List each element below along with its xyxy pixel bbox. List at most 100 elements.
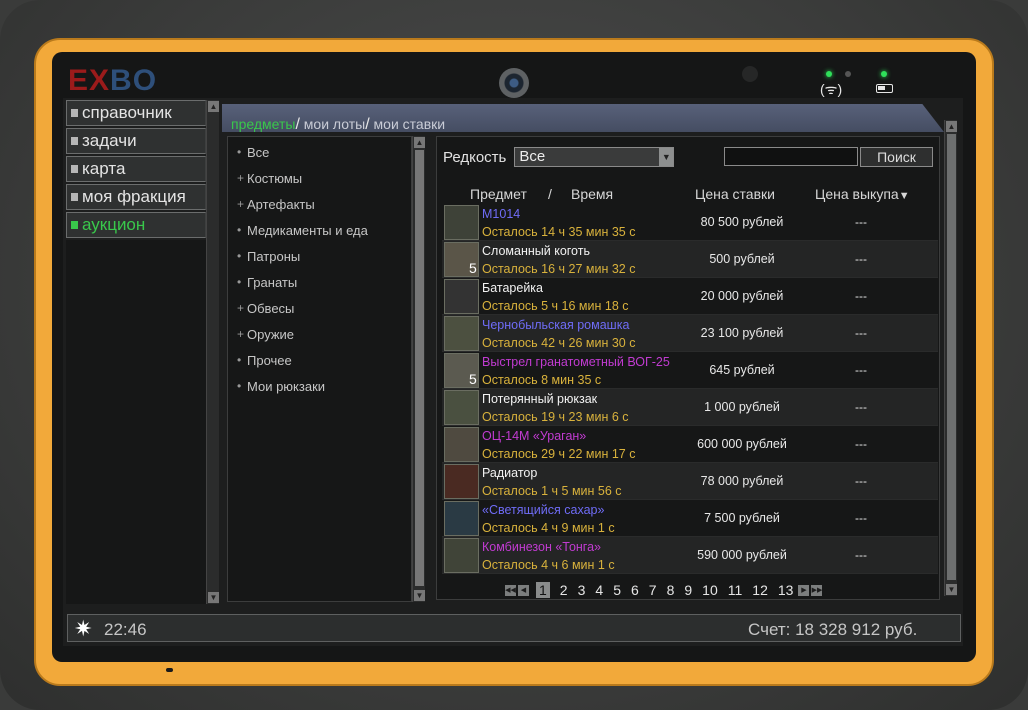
item-bid-price: 645 рублей [709, 363, 775, 377]
scroll-thumb[interactable] [947, 134, 956, 580]
bullet-icon: • [237, 275, 242, 289]
category-list: • Все + Костюмы + Артефакты • Медикаменты и еда… [227, 136, 412, 602]
page-number[interactable]: 5 [613, 582, 621, 598]
page-number[interactable]: 11 [728, 582, 743, 598]
sidebar-item-4[interactable]: аукцион [66, 212, 206, 238]
last-page-icon[interactable]: ▶▶ [811, 584, 823, 596]
search-button[interactable]: Поиск [860, 147, 933, 167]
category-scrollbar[interactable]: ▲ ▼ [412, 136, 425, 602]
rarity-select[interactable]: Все ▼ [514, 147, 675, 167]
sidebar-item-3[interactable]: моя фракция [66, 184, 206, 210]
sidebar: справочник задачи карта моя фракция аукцион [66, 100, 206, 240]
chevron-down-icon[interactable]: ▼ [659, 148, 674, 166]
table-row[interactable]: 5 Сломанный коготь Осталось 16 ч 27 мин 32… [442, 241, 938, 278]
buyout-label: Цена выкупа [815, 186, 899, 202]
scroll-down-icon[interactable]: ▼ [946, 584, 957, 595]
expand-icon: + [237, 197, 245, 211]
prev-page-icon[interactable]: ◀ [518, 584, 529, 596]
category-item[interactable]: + Обвесы [228, 295, 411, 321]
column-header-bid[interactable]: Цена ставки [695, 186, 775, 202]
sidebar-item-label: справочник [82, 103, 172, 122]
category-item[interactable]: + Костюмы [228, 165, 411, 191]
category-label: Все [247, 144, 270, 160]
first-page-icon[interactable]: ◀◀ [505, 584, 516, 596]
table-row[interactable]: Радиатор Осталось 1 ч 5 мин 56 с 78 000 ру… [442, 463, 938, 500]
next-page-icon[interactable]: ▶ [798, 584, 810, 596]
item-thumbnail: 5 [444, 242, 479, 277]
item-thumbnail [444, 538, 479, 573]
page-number[interactable]: 8 [667, 582, 675, 598]
wifi-led [845, 71, 851, 77]
bullet-icon [71, 221, 78, 229]
camera-icon [499, 68, 529, 98]
page-number[interactable]: 12 [752, 582, 768, 598]
category-label: Медикаменты и еда [247, 222, 368, 238]
table-row[interactable]: Комбинезон «Тонга» Осталось 4 ч 6 мин 1 с… [442, 537, 938, 574]
sidebar-item-2[interactable]: карта [66, 156, 206, 182]
category-item[interactable]: • Медикаменты и еда [228, 217, 411, 243]
rarity-filter: Редкость Все ▼ [443, 146, 675, 168]
category-item[interactable]: • Все [228, 139, 411, 165]
item-name: Батарейка [482, 281, 543, 295]
category-item[interactable]: + Оружие [228, 321, 411, 347]
item-buyout-price: --- [855, 289, 867, 303]
item-thumbnail [444, 205, 479, 240]
item-thumbnail: 5 [444, 353, 479, 388]
column-header-item[interactable]: Предмет [470, 186, 527, 202]
exbo-logo: EXBO [68, 64, 157, 98]
tab-separator: / [365, 116, 370, 133]
item-bid-price: 600 000 рублей [697, 437, 787, 451]
tab-my-bids[interactable]: мои ставки [374, 116, 446, 132]
scroll-up-icon[interactable]: ▲ [208, 101, 219, 112]
page-number[interactable]: 2 [560, 582, 568, 598]
category-label: Костюмы [247, 170, 303, 186]
category-item[interactable]: • Патроны [228, 243, 411, 269]
scroll-up-icon[interactable]: ▲ [414, 137, 425, 148]
page-number[interactable]: 9 [684, 582, 692, 598]
table-row[interactable]: М1014 Осталось 14 ч 35 мин 35 с 80 500 руб… [442, 204, 938, 241]
scroll-down-icon[interactable]: ▼ [208, 592, 219, 603]
tab-items[interactable]: предметы [231, 116, 295, 132]
scroll-thumb[interactable] [415, 150, 424, 586]
sidebar-item-1[interactable]: задачи [66, 128, 206, 154]
page-number[interactable]: 10 [702, 582, 718, 598]
item-name: «Светящийся сахар» [482, 503, 605, 517]
sidebar-item-0[interactable]: справочник [66, 100, 206, 126]
table-row[interactable]: ОЦ-14М «Ураган» Осталось 29 ч 22 мин 17 с… [442, 426, 938, 463]
table-row[interactable]: 5 Выстрел гранатометный ВОГ-25 Осталось 8 … [442, 352, 938, 389]
table-row[interactable]: Потерянный рюкзак Осталось 19 ч 23 мин 6 … [442, 389, 938, 426]
item-thumbnail [444, 279, 479, 314]
sidebar-scrollbar[interactable]: ▲ ▼ [206, 100, 219, 604]
lots-table: М1014 Осталось 14 ч 35 мин 35 с 80 500 руб… [442, 204, 938, 574]
scroll-up-icon[interactable]: ▲ [946, 121, 957, 132]
table-row[interactable]: Батарейка Осталось 5 ч 16 мин 18 с 20 000 … [442, 278, 938, 315]
tab-my-lots[interactable]: мои лоты [304, 116, 365, 132]
table-row[interactable]: «Светящийся сахар» Осталось 4 ч 9 мин 1 с… [442, 500, 938, 537]
page-number[interactable]: 13 [778, 582, 794, 598]
page-number[interactable]: 4 [595, 582, 603, 598]
page-number[interactable]: 1 [536, 582, 550, 598]
expand-icon: + [237, 171, 245, 185]
page-number[interactable]: 6 [631, 582, 639, 598]
category-item[interactable]: • Прочее [228, 347, 411, 373]
category-item[interactable]: + Артефакты [228, 191, 411, 217]
bullet-icon: • [237, 379, 242, 393]
column-header-buyout[interactable]: Цена выкупа▼ [815, 186, 910, 202]
expand-icon: + [237, 301, 245, 315]
scroll-down-icon[interactable]: ▼ [414, 590, 425, 601]
search-input[interactable] [724, 147, 858, 166]
category-item[interactable]: • Гранаты [228, 269, 411, 295]
page-number[interactable]: 3 [578, 582, 586, 598]
page-number[interactable]: 7 [649, 582, 657, 598]
table-scrollbar[interactable]: ▲ ▼ [944, 120, 957, 596]
item-thumbnail [444, 390, 479, 425]
item-name: Выстрел гранатометный ВОГ-25 [482, 355, 670, 369]
sidebar-empty-area [66, 240, 206, 604]
column-header-time[interactable]: Время [571, 186, 613, 202]
bullet-icon [71, 193, 78, 201]
column-header-slash: / [548, 186, 552, 202]
category-item[interactable]: • Мои рюкзаки [228, 373, 411, 399]
bullet-icon: • [237, 145, 242, 159]
item-buyout-price: --- [855, 474, 867, 488]
table-row[interactable]: Чернобыльская ромашка Осталось 42 ч 26 ми… [442, 315, 938, 352]
